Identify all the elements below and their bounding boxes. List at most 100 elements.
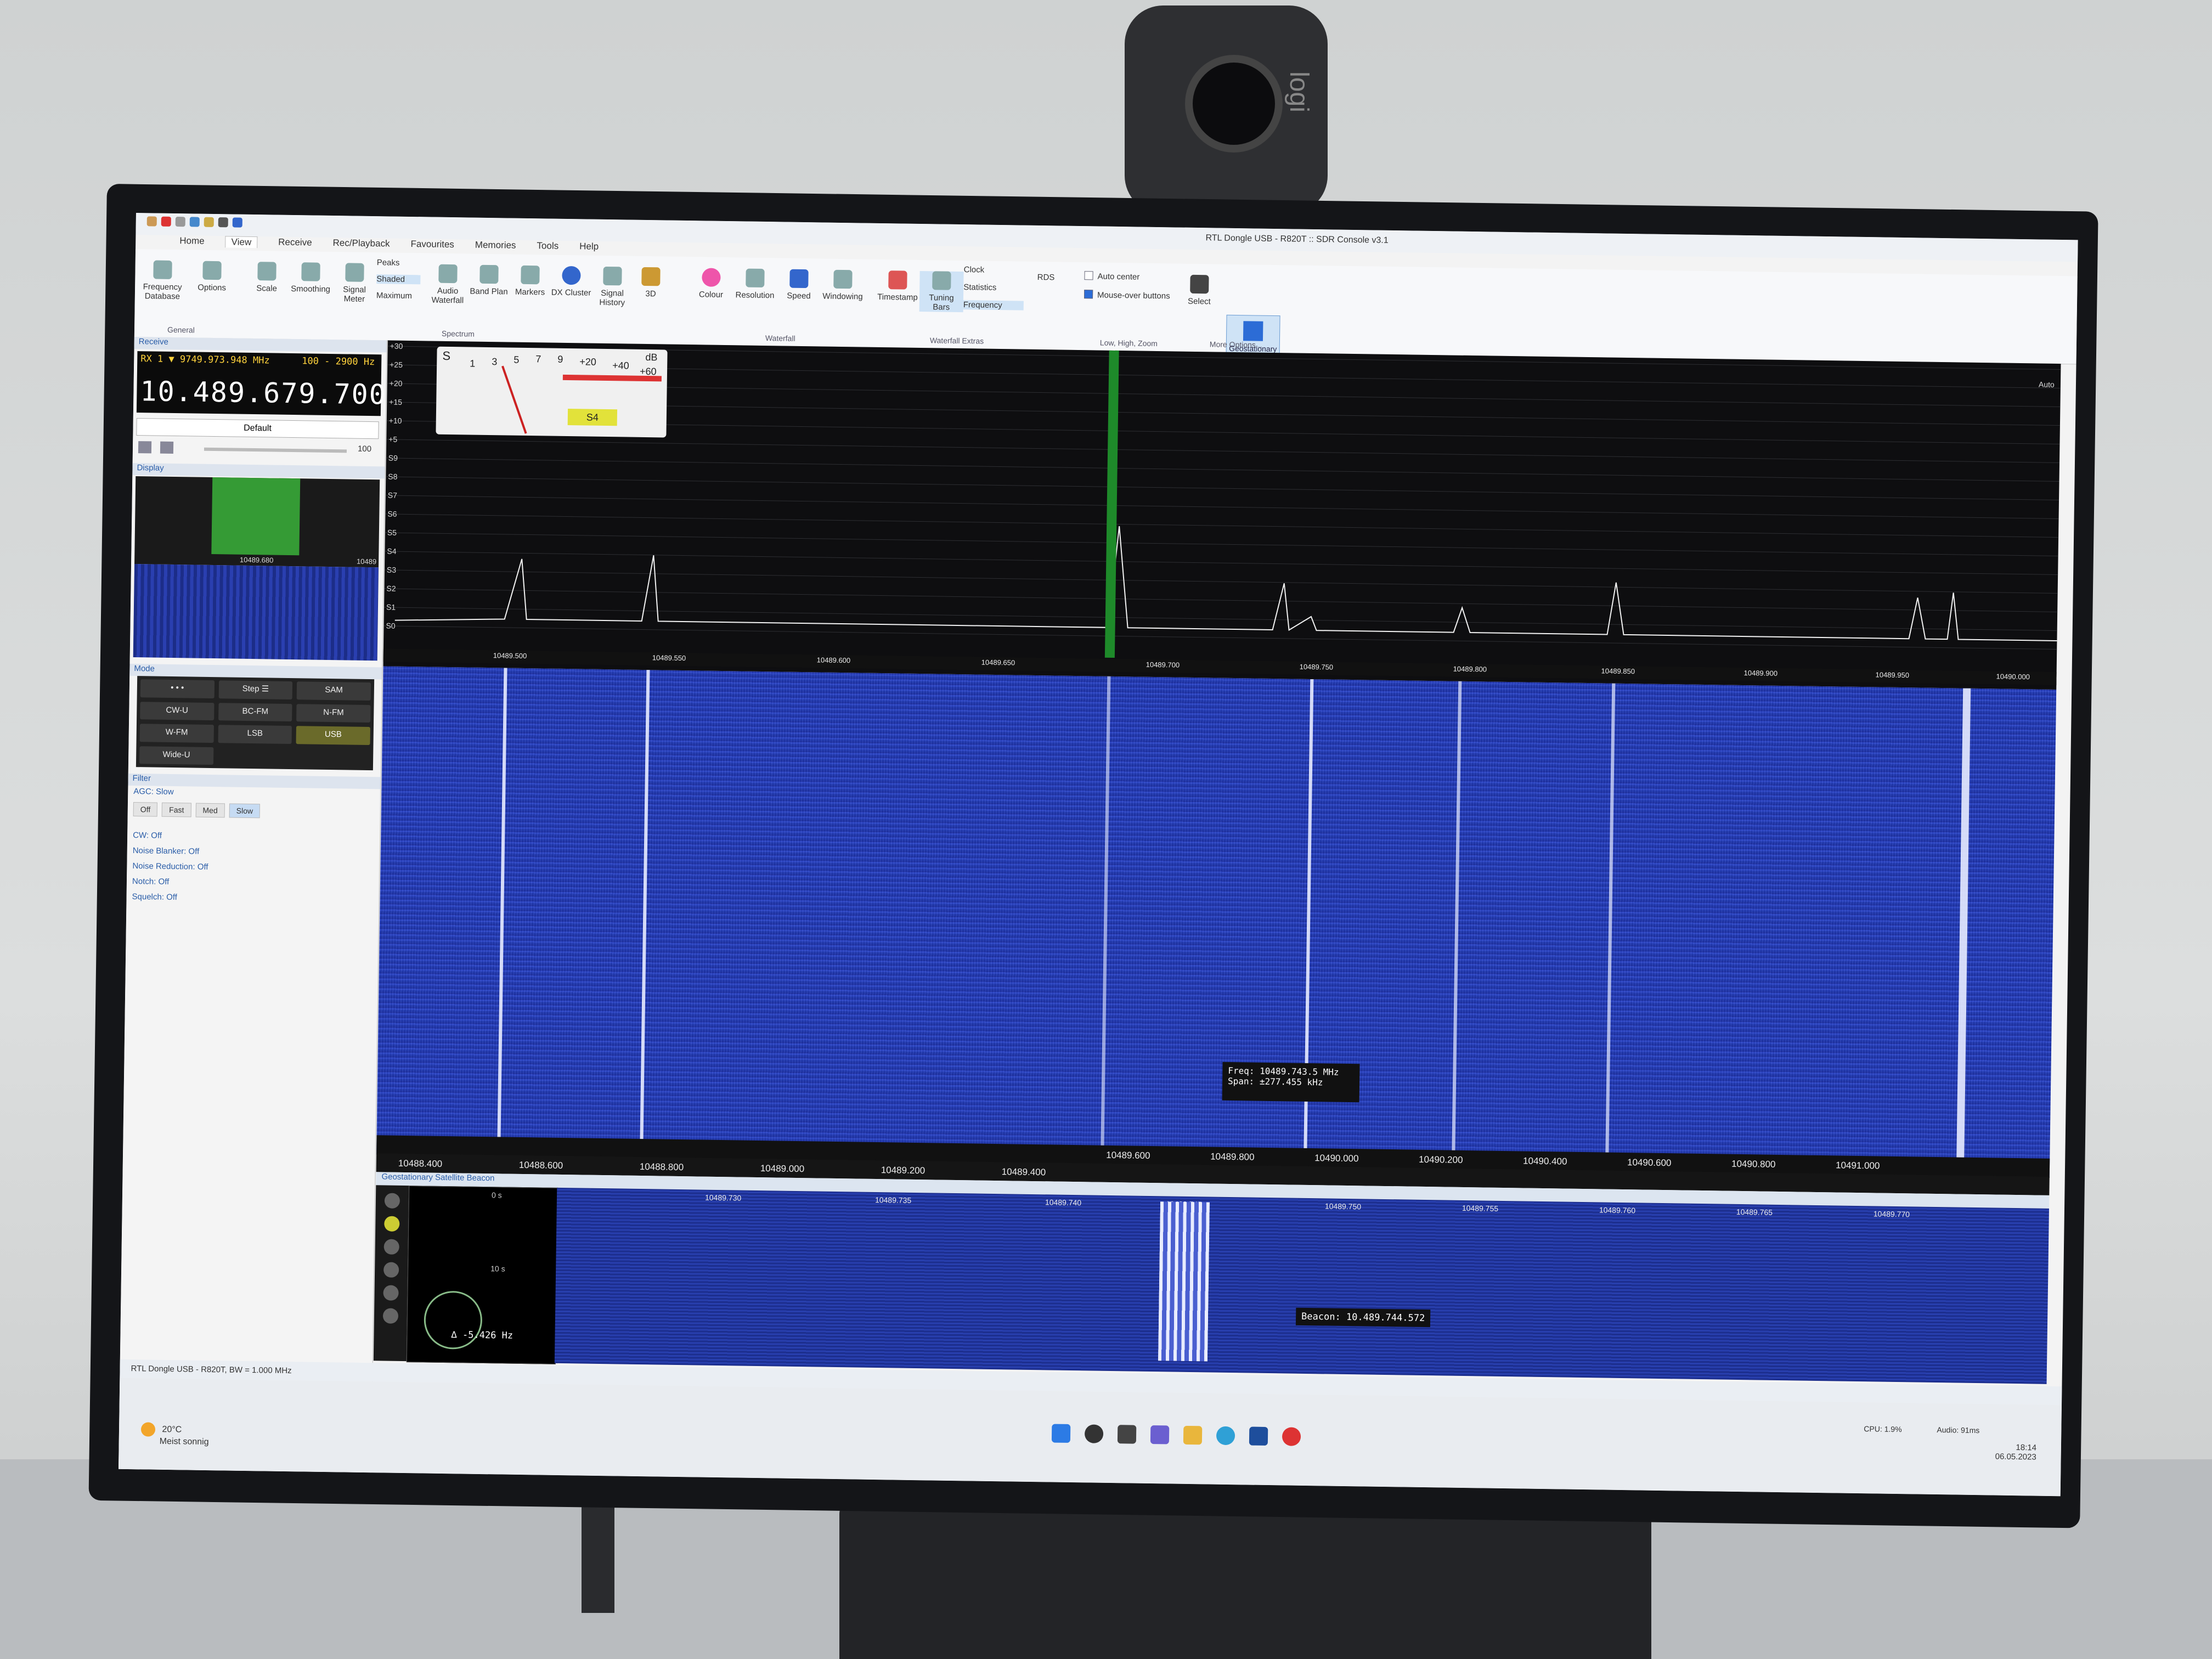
- home-icon[interactable]: [146, 216, 157, 227]
- mini-spectrum[interactable]: 10489.680 10489: [134, 476, 380, 568]
- speed-button[interactable]: Speed: [777, 269, 821, 301]
- satellite-icon: [1243, 321, 1263, 341]
- signal-meter-button[interactable]: Signal Meter: [332, 263, 377, 304]
- tab-help[interactable]: Help: [579, 241, 599, 252]
- agc-fast-button[interactable]: Fast: [162, 802, 191, 817]
- waterfall-panel[interactable]: Freq: 10489.743.5 MHz Span: ±277.455 kHz…: [376, 666, 2057, 1178]
- sdr-console-icon[interactable]: [1282, 1427, 1301, 1446]
- rx-frequency[interactable]: 10.489.679.700: [140, 375, 387, 410]
- tab-tools[interactable]: Tools: [537, 240, 558, 252]
- dsp-noise-reduction[interactable]: Noise Reduction: Off: [132, 861, 208, 872]
- wave-icon: [833, 269, 853, 289]
- dsp-noise-blanker[interactable]: Noise Blanker: Off: [133, 846, 200, 856]
- tab-memories[interactable]: Memories: [475, 240, 516, 252]
- play-icon[interactable]: [189, 217, 200, 227]
- mode-usb-button[interactable]: USB: [296, 726, 370, 745]
- info-icon[interactable]: [382, 1308, 399, 1324]
- bars-icon[interactable]: [138, 441, 152, 454]
- shaded-button[interactable]: Shaded: [376, 274, 421, 285]
- auto-center-checkbox[interactable]: Auto center: [1084, 271, 1139, 282]
- camera-icon[interactable]: [218, 217, 228, 228]
- agc-off-button[interactable]: Off: [133, 802, 158, 817]
- mode-sam-button[interactable]: SAM: [296, 681, 371, 701]
- clock-button[interactable]: Clock: [964, 265, 1024, 275]
- mouse-over-buttons-checkbox[interactable]: Mouse-over buttons: [1084, 290, 1170, 301]
- resolution-button[interactable]: Resolution: [733, 268, 777, 300]
- tab-favourites[interactable]: Favourites: [410, 239, 454, 251]
- windowing-button[interactable]: Windowing: [821, 269, 865, 302]
- mode-step-button[interactable]: Step ☰: [218, 680, 293, 699]
- peaks-button[interactable]: Peaks: [377, 258, 421, 268]
- task-view-icon[interactable]: [1117, 1425, 1137, 1444]
- file-explorer-icon[interactable]: [1183, 1425, 1203, 1445]
- mini-waterfall[interactable]: [133, 564, 379, 661]
- statistics-button[interactable]: Statistics: [963, 283, 1024, 293]
- history-icon: [603, 266, 622, 286]
- weather-widget[interactable]: 20°C Meist sonnig: [140, 1422, 209, 1447]
- frequency-database-button[interactable]: Frequency Database: [140, 260, 185, 301]
- preset-dropdown[interactable]: Default: [136, 418, 379, 439]
- tick-label: 10489.550: [652, 653, 686, 663]
- maximum-button[interactable]: Maximum: [376, 291, 420, 301]
- dsp-notch[interactable]: Notch: Off: [132, 877, 169, 887]
- stop-icon[interactable]: [161, 216, 171, 227]
- markers-button[interactable]: Markers: [508, 265, 552, 297]
- auto-scale-label[interactable]: Auto: [2039, 380, 2055, 388]
- undo-icon[interactable]: [232, 217, 242, 228]
- colour-button[interactable]: Colour: [689, 268, 733, 300]
- record-icon[interactable]: [175, 217, 185, 227]
- volume-slider[interactable]: [204, 447, 347, 453]
- camera-icon[interactable]: [383, 1285, 399, 1301]
- rx-bandwidth: 100 - 2900 Hz: [302, 356, 375, 368]
- smoothing-button[interactable]: Smoothing: [289, 262, 333, 294]
- timestamp-button[interactable]: Timestamp: [876, 270, 920, 302]
- dsp-squelch[interactable]: Squelch: Off: [132, 892, 177, 902]
- rx-lo-line: RX 1 ▼ 9749.973.948 MHz: [140, 353, 270, 366]
- scale-button[interactable]: Scale: [245, 262, 289, 294]
- target-icon[interactable]: [384, 1193, 400, 1209]
- rds-button[interactable]: RDS: [1029, 273, 1062, 283]
- 3d-button[interactable]: 3D: [629, 267, 673, 299]
- edge-icon[interactable]: [1216, 1426, 1235, 1446]
- search-icon[interactable]: [1084, 1424, 1104, 1443]
- mode-cw-u-button[interactable]: CW-U: [140, 701, 215, 721]
- tick-label: 10489.750: [1299, 662, 1334, 672]
- tab-receive[interactable]: Receive: [278, 237, 312, 249]
- tab-rec-playback[interactable]: Rec/Playback: [332, 238, 390, 250]
- tab-home[interactable]: Home: [179, 235, 205, 247]
- rx-display[interactable]: RX 1 ▼ 9749.973.948 MHz 100 - 2900 Hz 10…: [136, 351, 387, 416]
- band-plan-button[interactable]: Band Plan: [467, 264, 511, 296]
- lock-icon[interactable]: [204, 217, 214, 227]
- store-icon[interactable]: [1249, 1426, 1268, 1446]
- quick-access-toolbar[interactable]: [146, 216, 242, 228]
- tuning-bars-button[interactable]: Tuning Bars: [919, 270, 964, 313]
- play-icon[interactable]: [384, 1216, 400, 1232]
- audio-waterfall-button[interactable]: Audio Waterfall: [426, 264, 470, 305]
- reset-icon[interactable]: [383, 1262, 399, 1278]
- tab-view[interactable]: View: [225, 236, 258, 249]
- windows-start-icon[interactable]: [1051, 1424, 1071, 1443]
- mode-bc-fm-button[interactable]: BC-FM: [218, 702, 292, 722]
- options-button[interactable]: Options: [190, 261, 234, 292]
- beacon-zoom-waterfall[interactable]: 10489.730 10489.735 10489.740 10489.745 …: [554, 1187, 2050, 1384]
- speaker-icon[interactable]: [160, 441, 174, 454]
- spectrum-panel[interactable]: +30 +25 +20 +15 +10 +5 S9 S8 S7 S6 S5 S4 S3 S2 S1 S0 S …: [383, 340, 2061, 690]
- weather-desc: Meist sonnig: [159, 1436, 209, 1447]
- select-button[interactable]: Select: [1177, 274, 1222, 307]
- signal-history-button[interactable]: Signal History: [590, 266, 635, 308]
- mode-w-fm-button[interactable]: W-FM: [139, 724, 214, 743]
- mode-n-fm-button[interactable]: N-FM: [296, 703, 371, 723]
- dsp-cw[interactable]: CW: Off: [133, 831, 162, 840]
- chat-icon[interactable]: [1150, 1425, 1170, 1444]
- settings-icon[interactable]: [383, 1239, 399, 1255]
- weather-temp: 20°C: [162, 1425, 182, 1435]
- agc-slow-button[interactable]: Slow: [229, 803, 261, 819]
- s-scale-label: +5: [388, 435, 398, 444]
- dx-cluster-button[interactable]: DX Cluster: [549, 266, 594, 298]
- frequency-button[interactable]: Frequency: [963, 300, 1024, 311]
- taskbar-clock[interactable]: 18:14 06.05.2023: [1995, 1443, 2037, 1462]
- mode-lsb-button[interactable]: LSB: [218, 725, 292, 744]
- mode-wide-u-button[interactable]: Wide-U: [139, 746, 214, 765]
- mode-more-button[interactable]: • • •: [140, 679, 215, 698]
- agc-med-button[interactable]: Med: [195, 803, 225, 818]
